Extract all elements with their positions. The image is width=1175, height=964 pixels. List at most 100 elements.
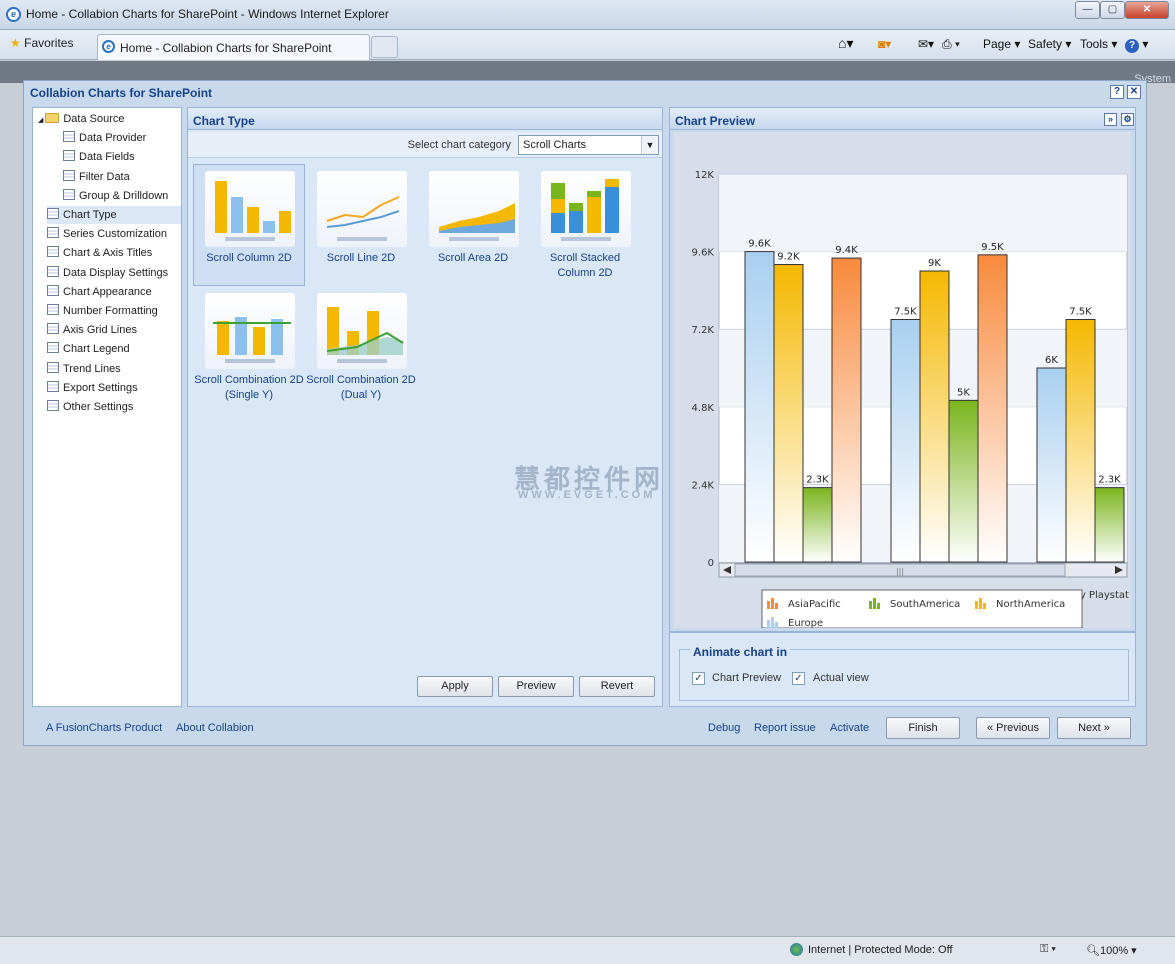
tree-item-other-settings[interactable]: Other Settings xyxy=(47,398,181,416)
tools-menu[interactable]: Tools ▾ xyxy=(1080,37,1117,51)
tree-item-filter-data[interactable]: Filter Data xyxy=(63,168,181,186)
tree-item-series-customization[interactable]: Series Customization xyxy=(47,225,181,243)
help-menu[interactable]: ? ▾ xyxy=(1125,37,1148,53)
animate-panel: Animate chart in ✓ Chart Preview ✓ Actua… xyxy=(669,632,1136,707)
category-select[interactable]: Scroll Charts ▼ xyxy=(518,135,659,155)
chart-type-scroll-column-2d[interactable]: Scroll Column 2D xyxy=(193,164,305,286)
chevron-down-icon[interactable]: ▼ xyxy=(641,136,658,154)
legend-icon-bar xyxy=(979,598,982,609)
revert-button[interactable]: Revert xyxy=(579,676,655,697)
mail-icon[interactable]: ✉▾ xyxy=(918,37,934,51)
window-close-button[interactable]: ✕ xyxy=(1125,1,1169,19)
chart-preview-header: Chart Preview xyxy=(670,108,1135,130)
next-button[interactable]: Next » xyxy=(1057,717,1131,739)
protected-mode-icon[interactable]: ⚿ ▾ xyxy=(1040,943,1056,956)
tree-item-export-settings[interactable]: Export Settings xyxy=(47,379,181,397)
settings-page-icon xyxy=(63,150,75,162)
new-tab-button[interactable] xyxy=(371,36,398,58)
settings-icon[interactable]: ⚙ xyxy=(1121,113,1134,126)
safety-menu[interactable]: Safety ▾ xyxy=(1028,37,1071,51)
browser-tab[interactable]: e Home - Collabion Charts for SharePoint xyxy=(97,34,370,60)
chart-preview-checkbox[interactable]: ✓ xyxy=(692,672,705,685)
tree-item-chart-type[interactable]: Chart Type xyxy=(47,206,181,224)
tree-item-trend-lines[interactable]: Trend Lines xyxy=(47,360,181,378)
actual-view-checkbox[interactable]: ✓ xyxy=(792,672,805,685)
tree-item-chart-legend[interactable]: Chart Legend xyxy=(47,340,181,358)
chart-type-scroll-combination-2d-dual-y[interactable]: Scroll Combination 2D (Dual Y) xyxy=(305,286,417,408)
report-issue-link[interactable]: Report issue xyxy=(754,722,816,734)
tree-item-number-formatting[interactable]: Number Formatting xyxy=(47,302,181,320)
favorites-button[interactable]: ★ Favorites xyxy=(10,36,73,50)
data-label: 9.6K xyxy=(748,239,771,250)
bar-northamerica-nintendo-wii[interactable] xyxy=(919,270,950,563)
previous-button[interactable]: « Previous xyxy=(976,717,1050,739)
star-icon: ★ xyxy=(10,36,21,50)
legend-item-asiapacific[interactable]: AsiaPacific xyxy=(788,599,841,610)
actual-view-checkbox-label: Actual view xyxy=(813,672,869,684)
tree-item-label: Data Provider xyxy=(79,132,147,145)
chart-type-panel: Chart Type Select chart category Scroll … xyxy=(187,107,663,707)
chart-preview-panel: Chart Preview » ⚙ 0 2.4K 4.8K 7.2K 9.6K 12K 9.… xyxy=(669,107,1136,632)
debug-link[interactable]: Debug xyxy=(708,722,740,734)
tree-item-axis-grid-lines[interactable]: Axis Grid Lines xyxy=(47,321,181,339)
tree-item-chart-axis-titles[interactable]: Chart & Axis Titles xyxy=(47,244,181,262)
tree-item-data-fields[interactable]: Data Fields xyxy=(63,148,181,166)
expand-icon[interactable]: » xyxy=(1104,113,1117,126)
tree-item-label: Chart Appearance xyxy=(63,285,152,298)
tree-item-label: Series Customization xyxy=(63,228,167,241)
bar-europe-sony-playstat[interactable] xyxy=(1036,367,1067,563)
dialog-close-button[interactable]: ✕ xyxy=(1127,85,1141,99)
tree-item-label: Chart & Axis Titles xyxy=(63,247,153,260)
fusioncharts-link[interactable]: A FusionCharts Product xyxy=(46,722,162,734)
chart-type-scroll-stacked-column-2d[interactable]: Scroll Stacked Column 2D xyxy=(529,164,641,286)
zoom-control[interactable]: 🔍︎100% ▾ xyxy=(1086,944,1137,957)
bar-asiapacific-microsoft-xbox[interactable] xyxy=(831,257,862,563)
bar-europe-microsoft-xbox[interactable] xyxy=(744,251,775,563)
chart-type-scroll-combination-2d-single-y[interactable]: Scroll Combination 2D (Single Y) xyxy=(193,286,305,408)
expand-arrow-icon[interactable]: ◢ xyxy=(38,117,45,124)
column-chart: 02.4K4.8K7.2K9.6K12K9.6K9.2K2.3K9.4KMicr… xyxy=(692,170,1130,629)
help-icon: ? xyxy=(1125,39,1139,53)
page-menu[interactable]: Page ▾ xyxy=(983,37,1020,51)
tree-item-data-provider[interactable]: Data Provider xyxy=(63,129,181,147)
bar-asiapacific-nintendo-wii[interactable] xyxy=(977,254,1008,563)
browser-toolbar: ★ Favorites e Home - Collabion Charts fo… xyxy=(0,30,1175,60)
dialog-help-button[interactable]: ? xyxy=(1110,85,1124,99)
bar-northamerica-sony-playstat[interactable] xyxy=(1065,319,1096,563)
tree-item-label: Data Display Settings xyxy=(63,266,169,279)
apply-button[interactable]: Apply xyxy=(417,676,493,697)
bar-europe-nintendo-wii[interactable] xyxy=(890,319,921,563)
tree-item-data-source[interactable]: ◢ Data Source xyxy=(38,110,181,128)
preview-button[interactable]: Preview xyxy=(498,676,574,697)
settings-page-icon xyxy=(63,169,75,181)
finish-button[interactable]: Finish xyxy=(886,717,960,739)
chart-area: 02.4K4.8K7.2K9.6K12K9.6K9.2K2.3K9.4KMicr… xyxy=(673,132,1131,629)
settings-page-icon xyxy=(63,188,75,200)
zoom-value: 100% xyxy=(1099,945,1129,957)
activate-link[interactable]: Activate xyxy=(830,722,869,734)
bar-southamerica-sony-playstat[interactable] xyxy=(1094,487,1125,563)
bar-northamerica-microsoft-xbox[interactable] xyxy=(773,264,804,563)
tree-item-group-drilldown[interactable]: Group & Drilldown xyxy=(63,187,181,205)
home-icon[interactable]: ⌂▾ xyxy=(838,35,853,52)
settings-page-icon xyxy=(47,304,59,315)
legend-icon-bar xyxy=(771,598,774,609)
tree-item-label: Data Source xyxy=(63,113,125,125)
legend-item-southamerica[interactable]: SouthAmerica xyxy=(890,599,960,610)
chart-type-scroll-area-2d[interactable]: Scroll Area 2D xyxy=(417,164,529,286)
y-tick-label: 4.8K xyxy=(692,403,715,414)
minimize-button[interactable]: — xyxy=(1075,1,1100,19)
tree-item-chart-appearance[interactable]: Chart Appearance xyxy=(47,283,181,301)
settings-page-icon xyxy=(47,265,59,277)
chart-type-scroll-line-2d[interactable]: Scroll Line 2D xyxy=(305,164,417,286)
legend-item-northamerica[interactable]: NorthAmerica xyxy=(996,599,1065,610)
tree-item-data-display-settings[interactable]: Data Display Settings xyxy=(47,264,181,282)
print-icon[interactable]: ⎙ ▾ xyxy=(942,37,960,52)
feeds-icon[interactable]: ◙▾ xyxy=(878,37,891,51)
maximize-button[interactable]: ▢ xyxy=(1100,1,1125,19)
about-collabion-link[interactable]: About Collabion xyxy=(176,722,254,734)
bar-southamerica-nintendo-wii[interactable] xyxy=(948,399,979,563)
legend-item-europe[interactable]: Europe xyxy=(788,618,823,629)
browser-title-bar: e Home - Collabion Charts for SharePoint… xyxy=(0,0,1175,30)
bar-southamerica-microsoft-xbox[interactable] xyxy=(802,487,833,563)
